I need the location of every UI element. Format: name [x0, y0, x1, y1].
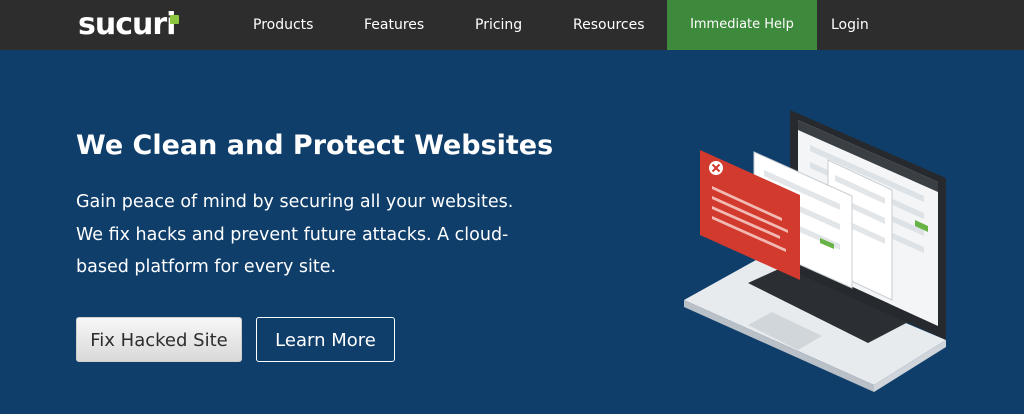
sucuri-logo[interactable]: sucuri [78, 8, 190, 42]
laptop-illustration [684, 110, 946, 392]
nav-resources[interactable]: Resources [573, 0, 645, 50]
nav-pricing[interactable]: Pricing [475, 0, 522, 50]
nav-login[interactable]: Login [831, 0, 869, 50]
logo-accent [170, 15, 179, 24]
nav-features[interactable]: Features [364, 0, 424, 50]
top-navigation-bar: sucuri Products Features Pricing Resourc… [0, 0, 1024, 50]
nav-products[interactable]: Products [253, 0, 313, 50]
hero-description: Gain peace of mind by securing all your … [76, 192, 514, 277]
close-icon [709, 161, 723, 175]
immediate-help-button[interactable]: Immediate Help [667, 0, 817, 50]
logo-text: sucuri [78, 7, 176, 42]
hero-title: We Clean and Protect Websites [76, 130, 554, 161]
learn-more-button[interactable]: Learn More [256, 317, 395, 362]
fix-hacked-site-button[interactable]: Fix Hacked Site [76, 317, 242, 362]
